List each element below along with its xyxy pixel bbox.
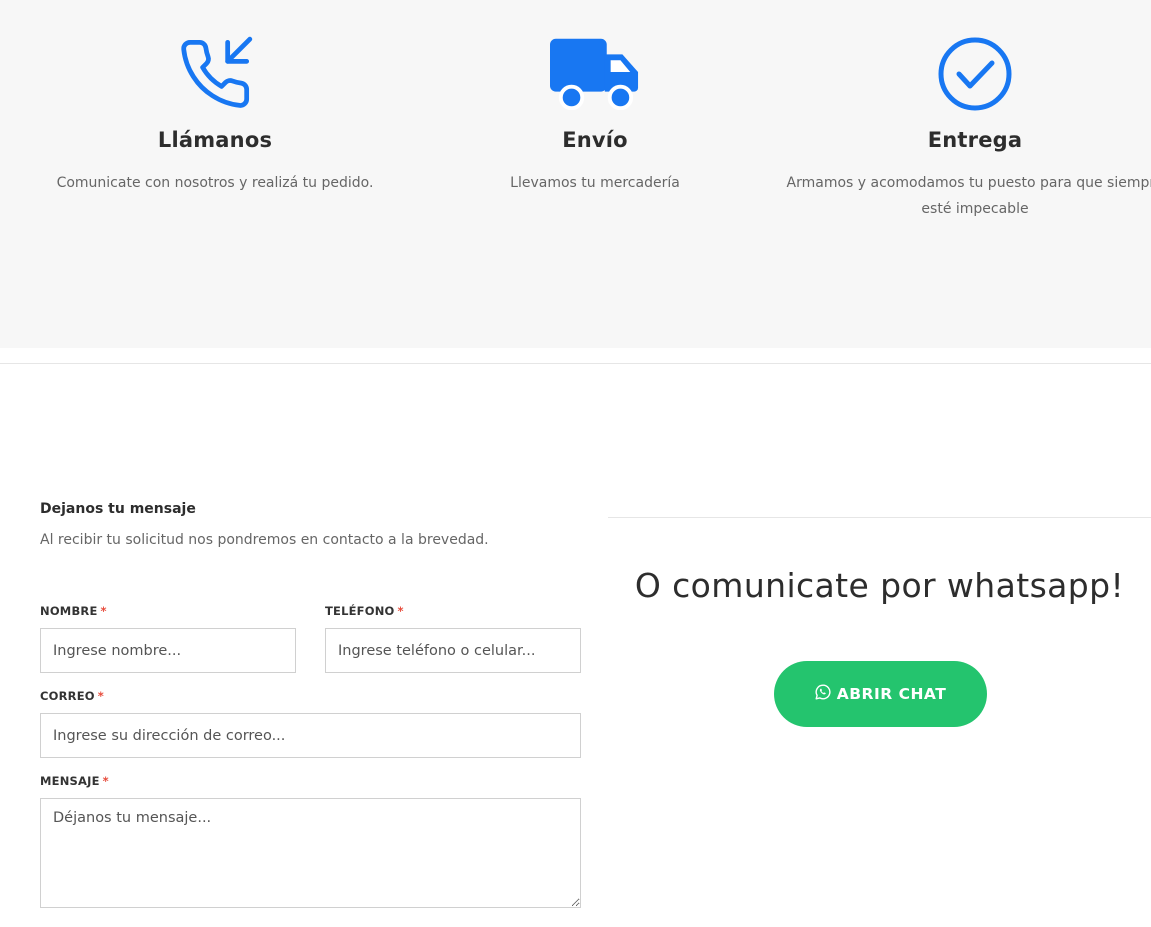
section-divider <box>0 363 1151 364</box>
name-input[interactable] <box>40 628 296 673</box>
phone-label-text: TELÉFONO <box>325 604 395 618</box>
whatsapp-divider <box>608 517 1151 518</box>
open-chat-button[interactable]: ABRIR CHAT <box>774 661 987 727</box>
required-mark: * <box>100 604 107 618</box>
message-label-text: MENSAJE <box>40 774 100 788</box>
check-circle-icon <box>930 36 1020 112</box>
feature-text: Armamos y acomodamos tu puesto para que … <box>786 175 1151 217</box>
feature-text: Comunicate con nosotros y realizá tu ped… <box>56 175 374 191</box>
email-input[interactable] <box>40 713 581 758</box>
email-label-text: CORREO <box>40 689 95 703</box>
open-chat-label: ABRIR CHAT <box>836 685 947 703</box>
feature-title: Envío <box>562 128 628 152</box>
phone-label: TELÉFONO * <box>325 604 404 618</box>
whatsapp-title: O comunicate por whatsapp! <box>634 566 1125 605</box>
feature-text: Llevamos tu mercadería <box>510 175 680 191</box>
feature-title: Entrega <box>927 128 1023 152</box>
phone-input[interactable] <box>325 628 581 673</box>
name-label-text: NOMBRE <box>40 604 98 618</box>
form-title: Dejanos tu mensaje <box>40 501 196 517</box>
truck-icon <box>550 36 640 112</box>
email-label: CORREO * <box>40 689 104 703</box>
phone-incoming-icon <box>170 36 260 112</box>
message-label: MENSAJE * <box>40 774 109 788</box>
name-label: NOMBRE * <box>40 604 107 618</box>
message-textarea[interactable] <box>40 798 581 908</box>
required-mark: * <box>97 689 104 703</box>
form-subtitle: Al recibir tu solicitud nos pondremos en… <box>40 532 489 548</box>
required-mark: * <box>102 774 109 788</box>
required-mark: * <box>397 604 404 618</box>
feature-title: Llámanos <box>157 128 273 152</box>
features-section: Llámanos Comunicate con nosotros y reali… <box>0 0 1151 348</box>
whatsapp-icon <box>815 684 831 704</box>
